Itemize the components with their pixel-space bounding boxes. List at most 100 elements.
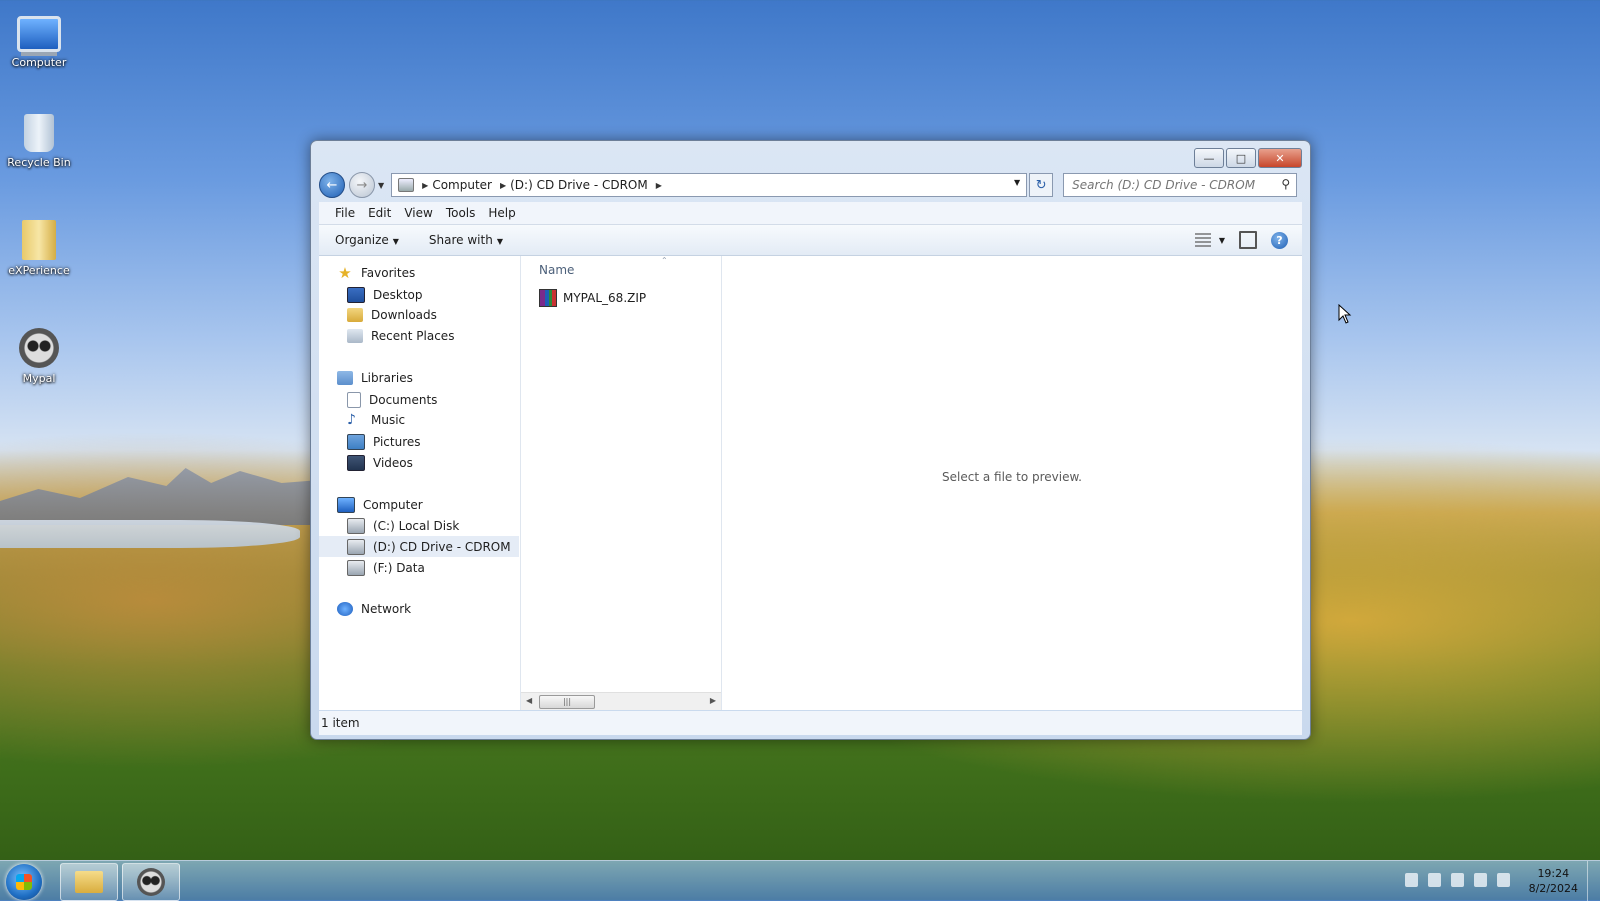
nav-label: (D:) CD Drive - CDROM [373,539,511,554]
forward-button[interactable]: → [349,172,375,198]
desktop-icon-label: Computer [11,56,67,69]
menu-help[interactable]: Help [488,206,515,220]
cd-drive-icon [398,178,415,192]
status-bar: 1 item [319,711,1302,735]
clock[interactable]: 19:24 8/2/2024 [1529,866,1578,896]
tray-network-icon[interactable] [1474,873,1487,887]
mypal-icon [19,328,59,368]
nav-downloads[interactable]: Downloads [347,308,437,322]
downloads-folder-icon [347,308,363,322]
nav-cd-drive[interactable]: (D:) CD Drive - CDROM [319,536,519,557]
desktop-icon-experience[interactable]: eXPerience [4,220,74,277]
address-dropdown-icon[interactable]: ▼ [1014,178,1020,187]
recent-pages-dropdown[interactable]: ▼ [378,181,384,190]
taskbar-mypal-button[interactable] [122,863,180,901]
start-button[interactable] [6,864,42,900]
nav-label: Pictures [373,435,421,449]
nav-data-drive[interactable]: (F:) Data [347,560,425,576]
navigation-pane[interactable]: ★ Favorites Desktop Downloads Recent Pla… [319,256,521,710]
nav-label: Recent Places [371,329,455,343]
file-name: MYPAL_68.ZIP [563,291,647,305]
chevron-down-icon: ▼ [1218,235,1225,245]
breadcrumb-separator-icon[interactable]: ▶ [500,181,506,190]
breadcrumb-cd-drive[interactable]: (D:) CD Drive - CDROM [510,178,648,192]
mypal-icon [137,868,165,896]
nav-label: Computer [363,498,423,512]
nav-music[interactable]: ♪ Music [347,413,405,427]
desktop-icon-recycle-bin[interactable]: Recycle Bin [4,114,74,169]
file-item[interactable]: MYPAL_68.ZIP [539,289,646,307]
tray-document-icon[interactable] [1405,873,1418,887]
close-button[interactable]: ✕ [1258,148,1302,168]
breadcrumb-separator-icon[interactable]: ▶ [422,181,428,190]
computer-icon [17,16,61,52]
nav-documents[interactable]: Documents [347,392,437,408]
nav-label: Libraries [361,371,413,385]
desktop-icon-label: Recycle Bin [7,156,71,169]
search-icon[interactable]: ⚲ [1281,177,1290,191]
scroll-left-icon[interactable]: ◀ [526,696,532,705]
nav-label: Favorites [361,266,416,280]
nav-label: Music [371,413,406,427]
file-list-pane[interactable]: Name ⌃ MYPAL_68.ZIP ◀ ||| ▶ [521,256,722,710]
minimize-button[interactable]: — [1194,148,1224,168]
nav-recent-places[interactable]: Recent Places [347,329,454,343]
scrollbar-thumb[interactable]: ||| [539,695,595,709]
tray-flag-icon[interactable] [1451,873,1464,887]
background-hills [0,468,320,525]
horizontal-scrollbar[interactable]: ◀ ||| ▶ [521,692,721,710]
help-icon[interactable]: ? [1271,231,1288,249]
nav-label: Network [361,602,412,616]
nav-libraries[interactable]: Libraries [337,371,413,385]
share-with-button[interactable]: Share with ▼ [429,233,503,247]
change-view-button[interactable]: ▼ [1194,233,1225,247]
nav-favorites[interactable]: ★ Favorites [337,264,416,282]
preview-message: Select a file to preview. [942,470,1082,484]
nav-label: (C:) Local Disk [373,519,460,533]
breadcrumb-computer[interactable]: Computer [432,178,492,192]
nav-label: Videos [373,456,413,470]
nav-local-disk[interactable]: (C:) Local Disk [347,518,459,534]
folder-icon [22,220,56,260]
windows-logo-icon [16,874,32,890]
hard-disk-icon [347,518,365,534]
maximize-button[interactable]: □ [1226,148,1256,168]
zip-archive-icon [539,289,557,307]
menu-edit[interactable]: Edit [368,206,391,220]
nav-desktop[interactable]: Desktop [347,287,423,303]
show-desktop-button[interactable] [1587,861,1600,901]
menu-tools[interactable]: Tools [446,206,476,220]
content-area: ★ Favorites Desktop Downloads Recent Pla… [319,256,1302,710]
nav-videos[interactable]: Videos [347,455,413,471]
nav-label: Documents [369,393,438,407]
desktop-icon-computer[interactable]: Computer [4,8,74,69]
scroll-right-icon[interactable]: ▶ [710,696,716,705]
address-bar[interactable]: ▶ Computer ▶ (D:) CD Drive - CDROM ▶ ▼ [391,173,1028,197]
desktop-icon [347,287,365,303]
organize-button[interactable]: Organize ▼ [335,233,399,247]
column-header-label: Name [539,263,575,277]
tray-volume-muted-icon[interactable] [1497,873,1510,887]
refresh-button[interactable]: ↻ [1029,173,1054,197]
nav-network[interactable]: Network [337,602,411,616]
menu-bar: File Edit View Tools Help [319,202,1302,225]
star-icon: ★ [338,264,352,282]
desktop-icon-mypal[interactable]: Mypal [4,328,74,385]
menu-view[interactable]: View [404,206,432,220]
explorer-window[interactable]: — □ ✕ ← → ▼ ▶ Computer ▶ (D:) CD Drive -… [310,140,1311,740]
nav-pictures[interactable]: Pictures [347,434,421,450]
breadcrumb-separator-icon[interactable]: ▶ [656,181,662,190]
search-box[interactable]: ⚲ [1063,173,1298,197]
nav-label: Desktop [373,288,423,302]
search-input[interactable] [1070,177,1275,193]
menu-file[interactable]: File [335,206,355,220]
desktop-icon-label: eXPerience [8,264,70,277]
nav-label: (F:) Data [373,561,425,575]
nav-computer[interactable]: Computer [337,497,423,513]
tray-shield-icon[interactable] [1428,873,1441,887]
preview-pane-icon[interactable] [1239,231,1257,249]
back-button[interactable]: ← [319,172,345,198]
column-header-name[interactable]: Name ⌃ [521,256,721,280]
taskbar-explorer-button[interactable] [60,863,118,901]
organize-label: Organize [335,233,389,247]
